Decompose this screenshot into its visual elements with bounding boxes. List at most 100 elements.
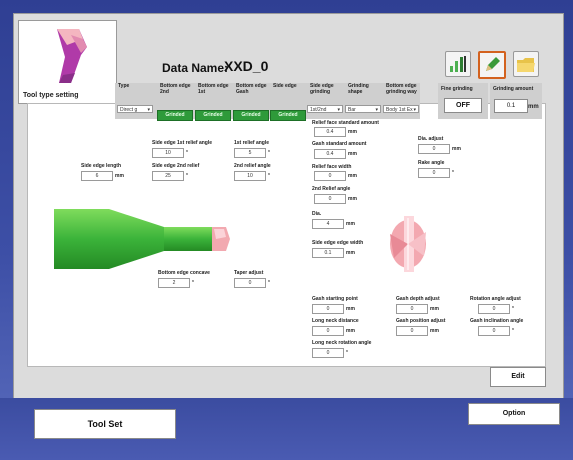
side-grinding-col-label: Side edge grinding: [310, 83, 334, 95]
option-button[interactable]: Option: [468, 403, 560, 425]
first-relief-unit: °: [268, 150, 270, 156]
bottom1-col-label: Bottom edge 1st: [198, 83, 229, 95]
bottom-gash-col-label: Bottom edge Gash: [236, 83, 267, 95]
bottom-concave-label: Bottom edge concave: [158, 270, 210, 276]
gash-depth-label: Gash depth adjust: [396, 296, 440, 302]
gash-depth-input[interactable]: 0: [396, 304, 428, 314]
gash-position-label: Gash position adjust: [396, 318, 446, 324]
dia-adjust-input[interactable]: 0: [418, 144, 450, 154]
relief-face-width-unit: mm: [348, 173, 357, 179]
taper-adjust-label: Taper adjust: [234, 270, 264, 276]
side-2nd-relief-unit: °: [186, 173, 188, 179]
grinded-button-2[interactable]: Grinded: [195, 110, 231, 121]
dia-input[interactable]: 4: [312, 219, 344, 229]
side-grinding-select[interactable]: 1st/2nd ▾: [307, 105, 343, 113]
side-1st-relief-label: Side edge 1st relief angle: [152, 140, 213, 146]
grinded-button-3[interactable]: Grinded: [233, 110, 269, 121]
grinded-button-4[interactable]: Grinded: [270, 110, 306, 121]
second-relief-unit: °: [268, 173, 270, 179]
chevron-down-icon: ▾: [375, 107, 378, 113]
bottom-concave-unit: °: [192, 280, 194, 286]
second-relief-input[interactable]: 10: [234, 171, 266, 181]
chevron-down-icon: ▾: [147, 107, 150, 113]
gash-inclination-input[interactable]: 0: [478, 326, 510, 336]
rake-angle-unit: °: [452, 170, 454, 176]
gash-inclination-label: Gash inclination angle: [470, 318, 524, 324]
tool-type-label: Tool type setting: [23, 92, 79, 99]
bottom-way-select[interactable]: Body 1st Ex ▾: [383, 105, 419, 113]
relief-face-std-input[interactable]: 0.4: [314, 127, 346, 137]
side-1st-relief-unit: °: [186, 150, 188, 156]
dia-label: Dia.: [312, 211, 322, 217]
rotation-angle-unit: °: [512, 306, 514, 312]
gash-depth-unit: mm: [430, 306, 439, 312]
type-select-value: Direct g: [120, 107, 138, 113]
rake-angle-label: Rake angle: [418, 160, 445, 166]
side-edge-length-label: Side edge length: [81, 163, 122, 169]
gash-start-unit: mm: [346, 306, 355, 312]
grinded-button-1[interactable]: Grinded: [157, 110, 193, 121]
rotation-angle-label: Rotation angle adjust: [470, 296, 521, 302]
side-edge-width-input[interactable]: 0.1: [312, 248, 344, 258]
tool-diagram: [54, 209, 230, 269]
grinding-amount-unit: mm: [528, 104, 539, 110]
fine-grinding-box: Fine grinding OFF: [438, 83, 488, 119]
side-1st-relief-input[interactable]: 10: [152, 148, 184, 158]
dia-unit: mm: [346, 221, 355, 227]
gash-std-input[interactable]: 0.4: [314, 149, 346, 159]
chevron-down-icon: ▾: [413, 107, 416, 113]
gash-std-label: Gash standard amount: [312, 141, 367, 147]
relief-face-width-input[interactable]: 0: [314, 171, 346, 181]
chevron-down-icon: ▾: [337, 107, 340, 113]
grinding-amount-box: Grinding amount 0.1 mm: [490, 83, 542, 119]
side-2nd-relief-input[interactable]: 25: [152, 171, 184, 181]
gash-start-label: Gash starting point: [312, 296, 358, 302]
dia-adjust-unit: mm: [452, 146, 461, 152]
long-neck-distance-input[interactable]: 0: [312, 326, 344, 336]
grinding-amount-input[interactable]: 0.1: [494, 99, 528, 113]
relief-face-std-label: Relief face standard amount: [312, 120, 379, 126]
side-grinding-select-value: 1st/2nd: [310, 107, 327, 113]
gash-position-input[interactable]: 0: [396, 326, 428, 336]
relief-face-std-unit: mm: [348, 129, 357, 135]
side-edge-length-unit: mm: [115, 173, 124, 179]
type-col-label: Type: [118, 83, 130, 89]
first-relief-label: 1st relief angle: [234, 140, 270, 146]
bottom-concave-input[interactable]: 2: [158, 278, 190, 288]
second-relief-angle-input[interactable]: 0: [314, 194, 346, 204]
dia-adjust-label: Dia. adjust: [418, 136, 444, 142]
gash-start-input[interactable]: 0: [312, 304, 344, 314]
data-name-value: XXD_0: [224, 58, 269, 74]
side-edge-width-label: Side edge edge width: [312, 240, 364, 246]
second-relief-angle-unit: mm: [348, 196, 357, 202]
fine-grinding-label: Fine grinding: [441, 86, 473, 92]
second-relief-angle-label: 2nd Relief angle: [312, 186, 351, 192]
side-edge-length-input[interactable]: 6: [81, 171, 113, 181]
long-neck-rotation-input[interactable]: 0: [312, 348, 344, 358]
grinding-amount-label: Grinding amount: [493, 86, 534, 92]
rotation-angle-input[interactable]: 0: [478, 304, 510, 314]
first-relief-input[interactable]: 5: [234, 148, 266, 158]
fine-grinding-toggle[interactable]: OFF: [444, 98, 482, 113]
edit-icon[interactable]: [478, 51, 506, 79]
edit-button[interactable]: Edit: [490, 367, 546, 387]
side-edge-col-label: Side edge: [273, 83, 297, 89]
rake-angle-input[interactable]: 0: [418, 168, 450, 178]
gash-inclination-unit: °: [512, 328, 514, 334]
chart-icon[interactable]: [445, 51, 471, 77]
bottom2-col-label: Bottom edge 2nd: [160, 83, 191, 95]
end-view-diagram: [390, 216, 426, 272]
taper-adjust-input[interactable]: 0: [234, 278, 266, 288]
data-name-label: Data Name:: [162, 61, 229, 75]
grinding-shape-select[interactable]: Bar ▾: [345, 105, 381, 113]
folder-icon[interactable]: [513, 51, 539, 77]
type-select[interactable]: Direct g ▾: [117, 105, 153, 113]
tool-set-button[interactable]: Tool Set: [34, 409, 176, 439]
grinding-shape-select-value: Bar: [348, 107, 356, 113]
tool-type-card[interactable]: Tool type setting: [18, 20, 117, 104]
second-relief-label: 2nd relief angle: [234, 163, 271, 169]
tool-image: [57, 29, 87, 83]
long-neck-rotation-unit: °: [346, 350, 348, 356]
bottom-way-col-label: Bottom edge grinding way: [386, 83, 417, 95]
taper-adjust-unit: °: [268, 280, 270, 286]
